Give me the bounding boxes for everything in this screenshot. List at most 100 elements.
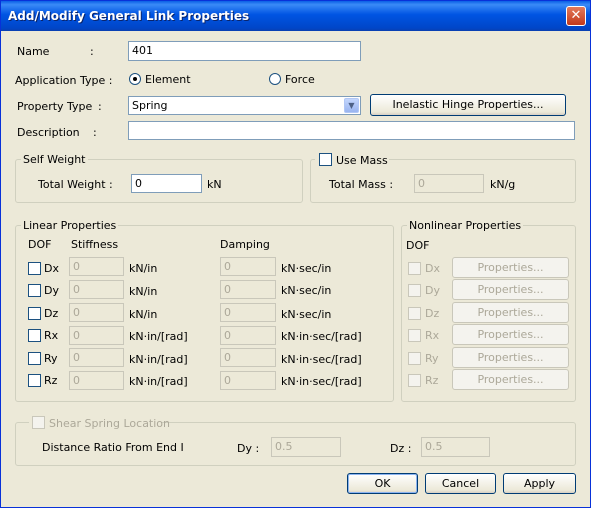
force-radio[interactable] bbox=[269, 73, 281, 85]
nonlinear-ry-checkbox[interactable] bbox=[408, 352, 421, 365]
damping-input[interactable]: 0 bbox=[220, 303, 276, 322]
stiffness-input[interactable]: 0 bbox=[69, 348, 124, 367]
element-radio-label: Element bbox=[145, 73, 191, 86]
nonlinear-properties-button[interactable]: Properties... bbox=[452, 324, 569, 345]
total-weight-input[interactable]: 0 bbox=[131, 174, 202, 193]
linear-rx-checkbox[interactable] bbox=[28, 329, 41, 342]
close-button[interactable]: ✕ bbox=[566, 6, 586, 26]
stiffness-header: Stiffness bbox=[71, 238, 119, 251]
dy-label: Dy : bbox=[237, 442, 260, 455]
damping-unit: kN·sec/in bbox=[281, 308, 332, 321]
use-mass-label: Use Mass bbox=[336, 154, 388, 167]
total-mass-unit: kN/g bbox=[490, 178, 516, 191]
damping-input[interactable]: 0 bbox=[220, 280, 276, 299]
damping-unit: kN·in·sec/[rad] bbox=[281, 353, 362, 366]
nonlinear-rx-checkbox[interactable] bbox=[408, 329, 421, 342]
nonlinear-properties-button[interactable]: Properties... bbox=[452, 369, 569, 390]
linear-rz-checkbox[interactable] bbox=[28, 374, 41, 387]
damping-input[interactable]: 0 bbox=[220, 257, 276, 276]
linear-dof-label: Dz bbox=[44, 307, 59, 320]
damping-input[interactable]: 0 bbox=[220, 326, 276, 345]
total-weight-unit: kN bbox=[207, 178, 222, 191]
damping-unit: kN·sec/in bbox=[281, 262, 332, 275]
nonlinear-dof-label: Rx bbox=[425, 329, 440, 342]
linear-dy-checkbox[interactable] bbox=[28, 284, 41, 297]
linear-dof-label: Dy bbox=[44, 284, 59, 297]
total-mass-input[interactable]: 0 bbox=[414, 174, 484, 193]
stiffness-input[interactable]: 0 bbox=[69, 326, 124, 345]
force-radio-label: Force bbox=[285, 73, 315, 86]
damping-input[interactable]: 0 bbox=[220, 348, 276, 367]
stiffness-input[interactable]: 0 bbox=[69, 280, 124, 299]
nonlinear-properties-button[interactable]: Properties... bbox=[452, 302, 569, 323]
description-colon: : bbox=[93, 126, 97, 139]
stiffness-unit: kN/in bbox=[129, 262, 158, 275]
name-input[interactable]: 401 bbox=[128, 41, 361, 61]
damping-header: Damping bbox=[220, 238, 270, 251]
stiffness-input[interactable]: 0 bbox=[69, 257, 124, 276]
dy-input[interactable]: 0.5 bbox=[271, 437, 341, 457]
stiffness-unit: kN·in/[rad] bbox=[129, 330, 188, 343]
property-type-label: Property Type bbox=[17, 100, 93, 113]
damping-unit: kN·in·sec/[rad] bbox=[281, 375, 362, 388]
nonlinear-dy-checkbox[interactable] bbox=[408, 284, 421, 297]
application-type-label: Application Type : bbox=[15, 74, 113, 87]
nonlinear-properties-button[interactable]: Properties... bbox=[452, 347, 569, 368]
stiffness-unit: kN·in/[rad] bbox=[129, 375, 188, 388]
damping-input[interactable]: 0 bbox=[220, 371, 276, 390]
damping-unit: kN·in·sec/[rad] bbox=[281, 330, 362, 343]
linear-dx-checkbox[interactable] bbox=[28, 262, 41, 275]
shear-spring-label: Shear Spring Location bbox=[49, 417, 170, 430]
nonlinear-dof-label: Rz bbox=[425, 374, 439, 387]
stiffness-unit: kN/in bbox=[129, 285, 158, 298]
name-colon: : bbox=[90, 45, 94, 58]
nonlinear-properties-button[interactable]: Properties... bbox=[452, 279, 569, 300]
linear-ry-checkbox[interactable] bbox=[28, 352, 41, 365]
dz-label: Dz : bbox=[390, 442, 412, 455]
ok-button[interactable]: OK bbox=[347, 473, 418, 494]
window-title: Add/Modify General Link Properties bbox=[8, 9, 250, 23]
close-icon: ✕ bbox=[570, 8, 582, 23]
nonlinear-dz-checkbox[interactable] bbox=[408, 307, 421, 320]
stiffness-input[interactable]: 0 bbox=[69, 371, 124, 390]
cancel-button[interactable]: Cancel bbox=[425, 473, 496, 494]
nonlinear-dof-header: DOF bbox=[406, 239, 430, 252]
property-type-colon: : bbox=[98, 100, 102, 113]
stiffness-unit: kN/in bbox=[129, 308, 158, 321]
nonlinear-dof-label: Dy bbox=[425, 284, 440, 297]
use-mass-checkbox[interactable] bbox=[319, 153, 332, 166]
property-type-value: Spring bbox=[132, 99, 168, 112]
linear-dof-label: Rx bbox=[44, 329, 59, 342]
self-weight-group-label: Self Weight bbox=[21, 153, 88, 166]
nonlinear-dof-label: Dz bbox=[425, 307, 440, 320]
title-bar[interactable]: Add/Modify General Link Properties ✕ bbox=[1, 1, 590, 31]
inelastic-hinge-button[interactable]: Inelastic Hinge Properties... bbox=[370, 94, 566, 116]
dz-input[interactable]: 0.5 bbox=[421, 437, 490, 457]
linear-dof-header: DOF bbox=[28, 238, 52, 251]
description-label: Description bbox=[17, 126, 80, 139]
stiffness-input[interactable]: 0 bbox=[69, 303, 124, 322]
linear-dof-label: Rz bbox=[44, 374, 58, 387]
shear-spring-checkbox[interactable] bbox=[32, 416, 45, 429]
nonlinear-dof-label: Ry bbox=[425, 352, 439, 365]
nonlinear-dx-checkbox[interactable] bbox=[408, 262, 421, 275]
linear-dof-label: Dx bbox=[44, 262, 59, 275]
nonlinear-properties-label: Nonlinear Properties bbox=[407, 219, 524, 232]
distance-ratio-label: Distance Ratio From End I bbox=[42, 441, 184, 454]
linear-dof-label: Ry bbox=[44, 352, 58, 365]
apply-button[interactable]: Apply bbox=[503, 473, 576, 494]
description-input[interactable] bbox=[128, 121, 575, 140]
nonlinear-properties-button[interactable]: Properties... bbox=[452, 257, 569, 278]
linear-properties-label: Linear Properties bbox=[21, 219, 119, 232]
nonlinear-dof-label: Dx bbox=[425, 262, 440, 275]
chevron-down-icon[interactable]: ▼ bbox=[344, 98, 359, 113]
name-label: Name bbox=[17, 45, 50, 58]
element-radio[interactable] bbox=[129, 73, 141, 85]
dialog-window: Add/Modify General Link Properties ✕ Nam… bbox=[0, 0, 591, 508]
stiffness-unit: kN·in/[rad] bbox=[129, 353, 188, 366]
total-mass-label: Total Mass : bbox=[329, 178, 394, 191]
damping-unit: kN·sec/in bbox=[281, 284, 332, 297]
nonlinear-rz-checkbox[interactable] bbox=[408, 374, 421, 387]
property-type-select[interactable]: Spring ▼ bbox=[128, 96, 361, 115]
linear-dz-checkbox[interactable] bbox=[28, 307, 41, 320]
